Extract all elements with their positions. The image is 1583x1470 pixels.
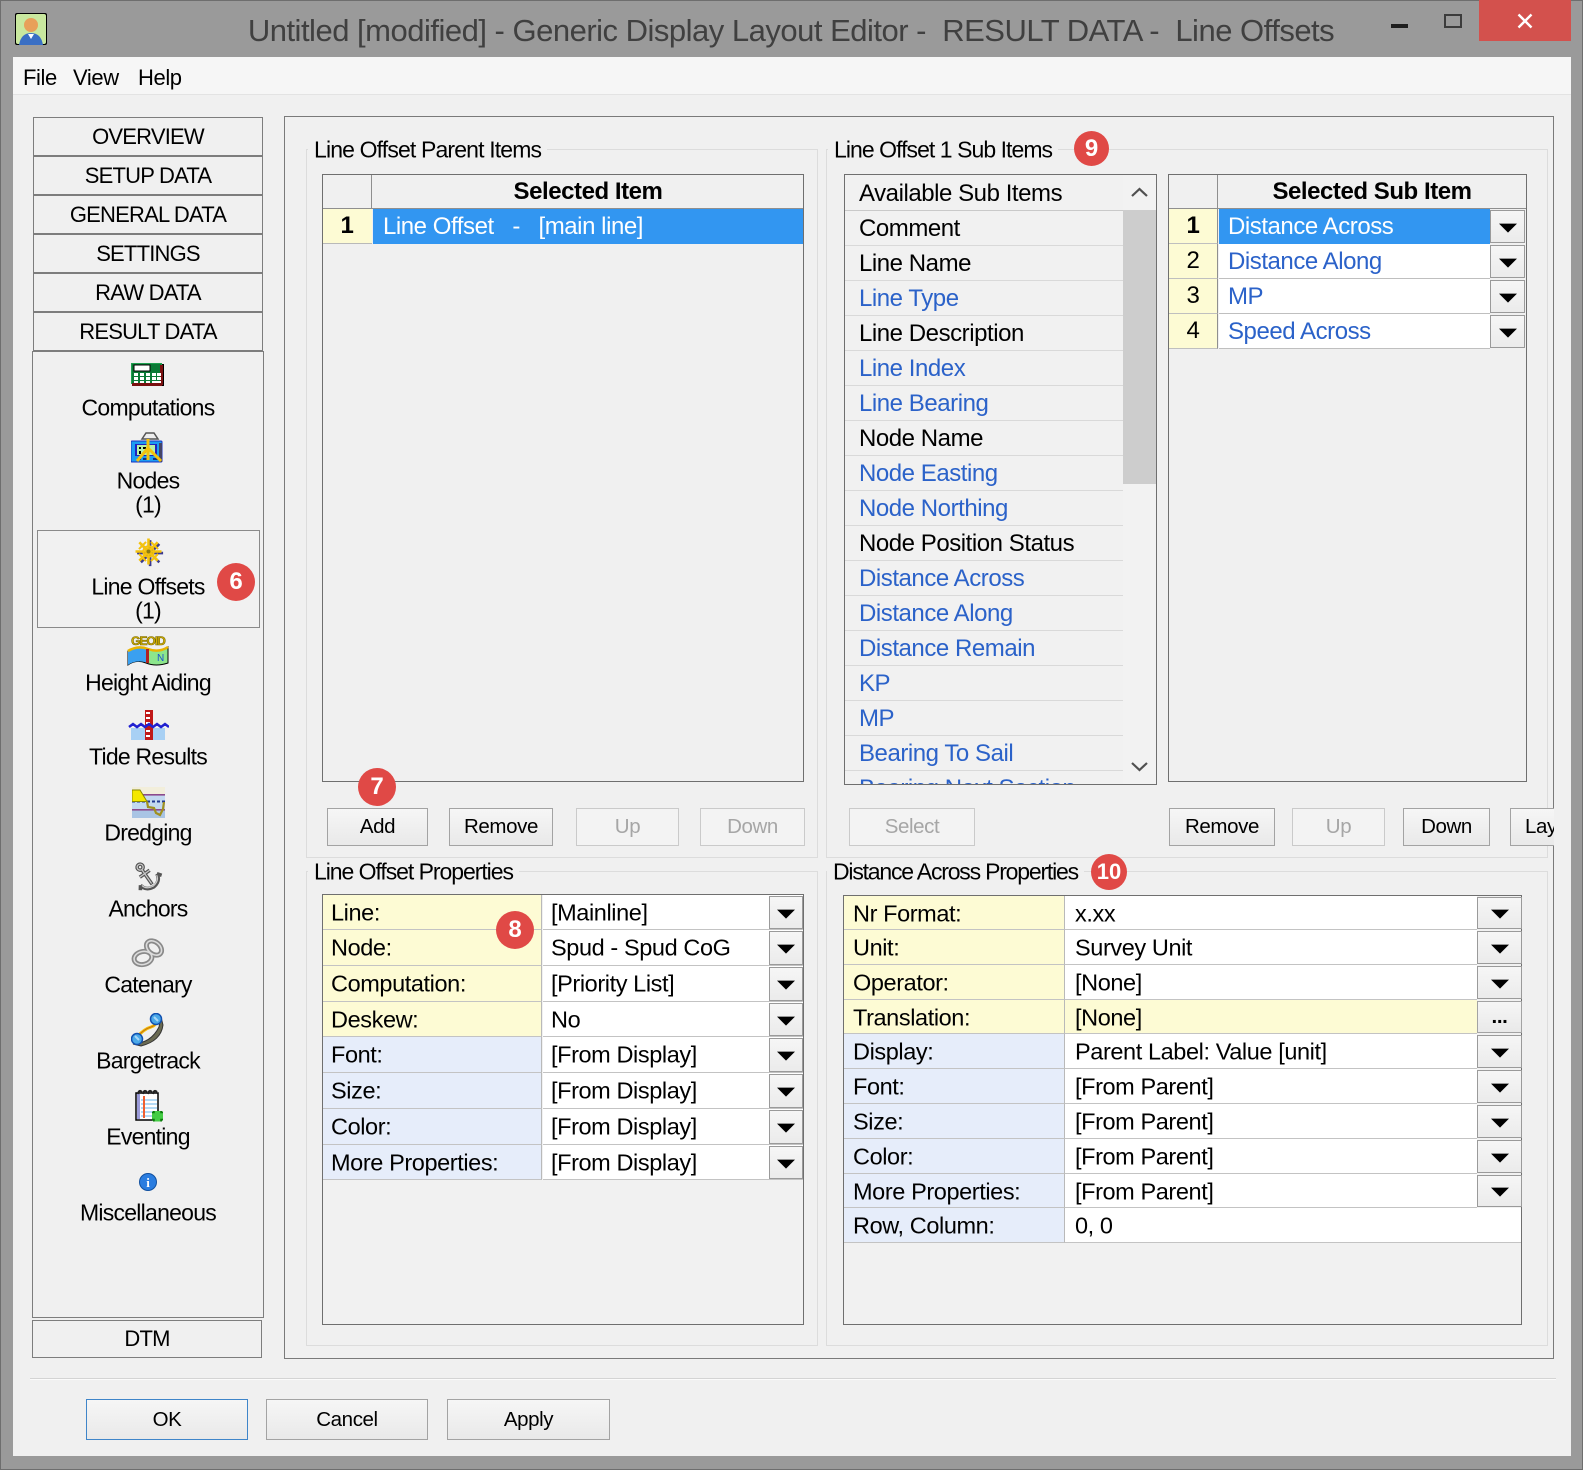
svg-text:GEOID: GEOID bbox=[131, 635, 166, 648]
svg-text:N: N bbox=[157, 653, 164, 664]
svg-text:i: i bbox=[146, 1175, 150, 1190]
